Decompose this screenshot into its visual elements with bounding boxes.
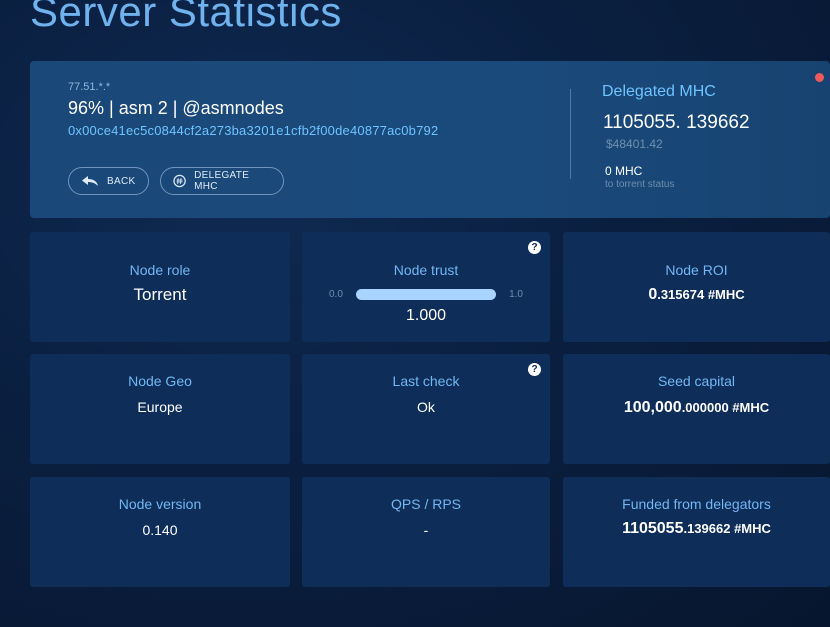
node-address[interactable]: 0x00ce41ec5c0844cf2a273ba3201e1cfb2f00de… bbox=[68, 123, 438, 138]
node-geo-card: Node Geo Europe bbox=[30, 354, 290, 464]
node-summary-card: 77.51.*.* 96% | asm 2 | @asmnodes 0x00ce… bbox=[30, 61, 830, 218]
question-icon[interactable]: ? bbox=[528, 241, 541, 254]
hash-coin-icon bbox=[173, 174, 186, 188]
torrent-status-text: to torrent status bbox=[605, 179, 675, 190]
delegated-usd: $48401.42 bbox=[606, 137, 663, 151]
node-version-label: Node version bbox=[118, 496, 202, 512]
torrent-amount: 0 MHC bbox=[605, 164, 643, 178]
qps-rps-card: QPS / RPS - bbox=[302, 477, 550, 587]
node-geo-value: Europe bbox=[137, 399, 183, 415]
trust-progress-fill bbox=[356, 289, 496, 300]
divider bbox=[570, 89, 571, 179]
node-role-value: Torrent bbox=[133, 285, 187, 304]
node-trust-value: 1.000 bbox=[405, 307, 447, 324]
trust-progress-bar bbox=[356, 289, 496, 300]
qps-rps-value: - bbox=[423, 522, 429, 538]
node-trust-card: ? Node trust 0.0 1.0 1.000 bbox=[302, 232, 550, 342]
funded-label: Funded from delegators bbox=[622, 496, 771, 512]
status-indicator bbox=[815, 73, 824, 82]
funded-card: Funded from delegators 1105055.139662 #M… bbox=[563, 477, 830, 587]
node-version-value: 0.140 bbox=[142, 522, 178, 538]
trust-max-label: 1.0 bbox=[509, 289, 523, 300]
qps-rps-label: QPS / RPS bbox=[390, 496, 462, 512]
node-trust-label: Node trust bbox=[393, 262, 459, 278]
node-geo-label: Node Geo bbox=[128, 373, 192, 389]
seed-capital-value: 100,000.000000 #MHC bbox=[623, 399, 770, 416]
seed-capital-label: Seed capital bbox=[657, 373, 736, 389]
last-check-card: ? Last check Ok bbox=[302, 354, 550, 464]
node-role-card: Node role Torrent bbox=[30, 232, 290, 342]
funded-value: 1105055.139662 #MHC bbox=[622, 520, 771, 537]
node-roi-value: 0.315674 #MHC bbox=[648, 286, 745, 303]
delegated-title: Delegated MHC bbox=[602, 83, 716, 100]
trust-min-label: 0.0 bbox=[329, 289, 343, 300]
delegate-mhc-label: DELEGATE MHC bbox=[194, 170, 250, 192]
back-arrow-icon bbox=[82, 176, 98, 186]
node-role-label: Node role bbox=[129, 262, 191, 278]
back-button[interactable]: BACK bbox=[68, 167, 149, 195]
node-roi-card: Node ROI 0.315674 #MHC bbox=[563, 232, 830, 342]
page-title: Server Statistics bbox=[30, 0, 342, 35]
last-check-label: Last check bbox=[392, 373, 460, 389]
seed-capital-card: Seed capital 100,000.000000 #MHC bbox=[563, 354, 830, 464]
node-roi-label: Node ROI bbox=[665, 262, 728, 278]
delegated-amount: 1105055. 139662 bbox=[603, 112, 750, 133]
back-button-label: BACK bbox=[107, 175, 136, 187]
node-name: 96% | asm 2 | @asmnodes bbox=[68, 98, 284, 118]
delegate-mhc-button[interactable]: DELEGATE MHC bbox=[160, 167, 284, 195]
node-ip: 77.51.*.* bbox=[68, 81, 111, 93]
last-check-value: Ok bbox=[417, 399, 435, 415]
node-version-card: Node version 0.140 bbox=[30, 477, 290, 587]
